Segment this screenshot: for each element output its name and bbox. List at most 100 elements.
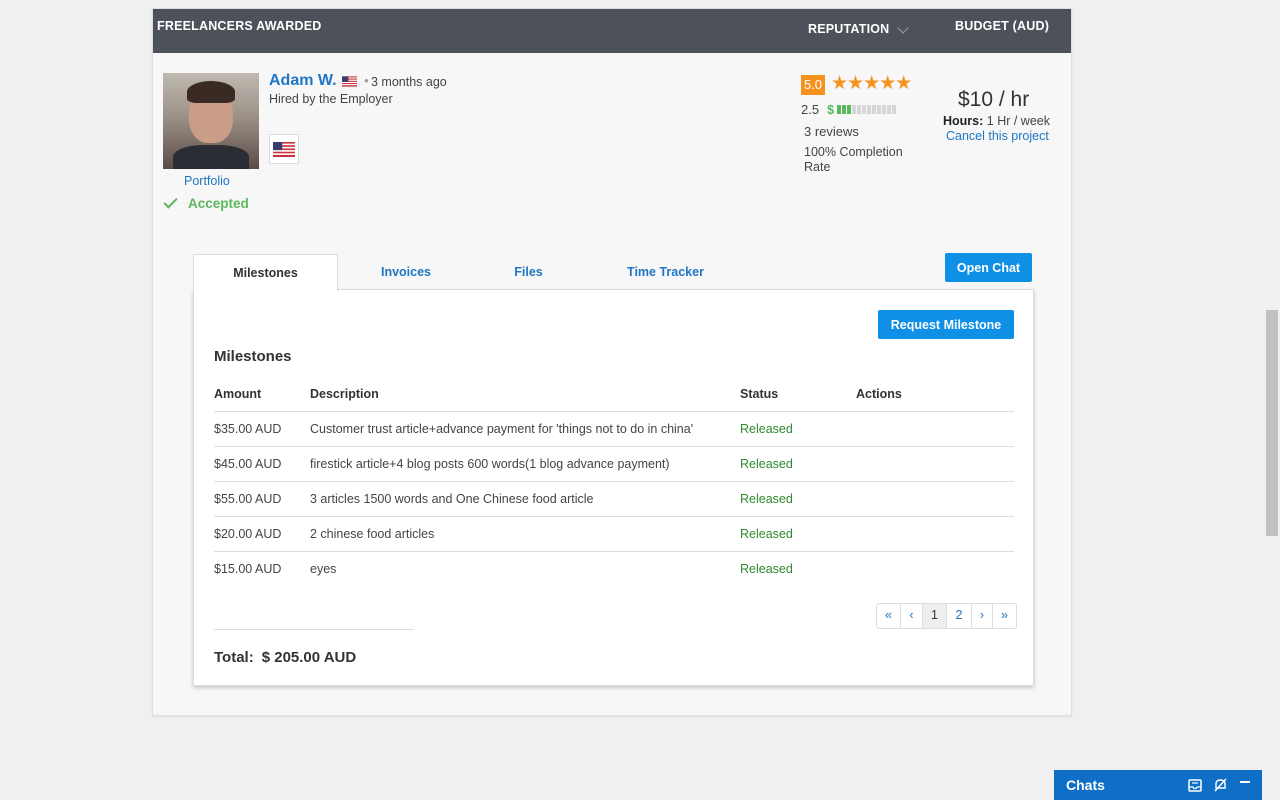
chevron-down-icon bbox=[897, 22, 910, 34]
milestone-amount: $15.00 AUD bbox=[214, 561, 282, 576]
table-row: $45.00 AUD firestick article+4 blog post… bbox=[214, 446, 1014, 482]
open-chat-button[interactable]: Open Chat bbox=[945, 253, 1032, 282]
tab-invoices[interactable]: Invoices bbox=[338, 254, 474, 290]
us-flag-icon bbox=[273, 141, 295, 157]
scrollbar-thumb[interactable] bbox=[1266, 310, 1278, 536]
reviews-count: 3 reviews bbox=[804, 124, 859, 139]
table-row: $35.00 AUD Customer trust article+advanc… bbox=[214, 411, 1014, 447]
page-1-button[interactable]: 1 bbox=[923, 604, 947, 628]
milestones-title: Milestones bbox=[214, 348, 292, 365]
milestone-amount: $45.00 AUD bbox=[214, 446, 310, 482]
tab-time-tracker[interactable]: Time Tracker bbox=[583, 254, 748, 290]
milestone-amount: $55.00 AUD bbox=[214, 481, 310, 517]
mute-notifications-icon[interactable] bbox=[1212, 777, 1228, 793]
spend-bar-segment bbox=[877, 105, 882, 114]
milestone-status: Released bbox=[740, 516, 856, 552]
tab-files[interactable]: Files bbox=[474, 254, 583, 290]
total-amount: Total: $ 205.00 AUD bbox=[214, 649, 356, 666]
milestone-description: firestick article+4 blog posts 600 words… bbox=[310, 446, 740, 482]
spend-score-value: 2.5 bbox=[801, 102, 820, 117]
hired-by-label: Hired by the Employer bbox=[269, 92, 393, 106]
spend-bar-segment bbox=[862, 105, 867, 114]
page-2-button[interactable]: 2 bbox=[947, 604, 972, 628]
reputation-label: REPUTATION bbox=[808, 22, 890, 36]
milestone-description: eyes bbox=[310, 561, 337, 576]
column-status: Status bbox=[740, 377, 856, 412]
milestone-description: 2 chinese food articles bbox=[310, 516, 740, 552]
hired-time: 3 months ago bbox=[371, 75, 447, 89]
separator-dot: ● bbox=[364, 76, 369, 85]
spend-bar-segment bbox=[842, 105, 847, 114]
us-flag-icon bbox=[342, 76, 357, 87]
page-next-button[interactable]: › bbox=[972, 604, 993, 628]
milestone-description: 3 articles 1500 words and One Chinese fo… bbox=[310, 481, 740, 517]
spend-bar-segment bbox=[857, 105, 862, 114]
milestone-amount: $35.00 AUD bbox=[214, 411, 310, 447]
spend-bar-segment bbox=[847, 105, 852, 114]
milestone-actions bbox=[856, 411, 1014, 447]
column-actions: Actions bbox=[856, 377, 1014, 412]
accepted-status: Accepted bbox=[163, 194, 249, 211]
rating-badge: 5.0 bbox=[801, 75, 825, 95]
minimize-icon[interactable] bbox=[1237, 777, 1253, 793]
milestones-card: Request Milestone Milestones Amount Desc… bbox=[193, 289, 1034, 686]
check-icon bbox=[163, 194, 178, 209]
spend-bar-segment bbox=[837, 105, 842, 114]
chats-bar[interactable]: Chats bbox=[1054, 770, 1262, 800]
spend-bar-segment bbox=[887, 105, 892, 114]
project-tabs: Milestones Invoices Files Time Tracker bbox=[193, 254, 748, 291]
table-row: $55.00 AUD 3 articles 1500 words and One… bbox=[214, 481, 1014, 517]
hourly-rate: $10 / hr bbox=[958, 88, 1030, 111]
spend-bar-segment bbox=[872, 105, 877, 114]
reputation-sort[interactable]: REPUTATION bbox=[808, 22, 910, 36]
request-milestone-button[interactable]: Request Milestone bbox=[878, 310, 1014, 339]
accepted-label: Accepted bbox=[188, 196, 249, 211]
column-amount: Amount bbox=[214, 377, 310, 412]
table-header-row: Amount Description Status Actions bbox=[214, 377, 1014, 412]
total-value: $ 205.00 AUD bbox=[261, 649, 357, 666]
column-description: Description bbox=[310, 377, 740, 412]
tab-milestones[interactable]: Milestones bbox=[193, 254, 338, 291]
inbox-icon[interactable] bbox=[1187, 777, 1203, 793]
total-divider bbox=[214, 629, 414, 630]
total-label: Total: bbox=[214, 649, 254, 666]
freelancers-awarded-panel: FREELANCERS AWARDED REPUTATION BUDGET (A… bbox=[152, 8, 1072, 716]
hours-label: Hours: bbox=[943, 114, 984, 128]
spend-bar-segment bbox=[892, 105, 897, 114]
portfolio-link[interactable]: Portfolio bbox=[184, 174, 230, 188]
spend-score: 2.5 $ bbox=[801, 102, 897, 117]
milestone-actions bbox=[856, 446, 1014, 482]
milestone-actions bbox=[856, 516, 1014, 552]
avatar[interactable] bbox=[163, 73, 259, 169]
spend-bar-segment bbox=[852, 105, 857, 114]
spend-bar-segment bbox=[867, 105, 872, 114]
page-prev-button[interactable]: ‹ bbox=[901, 604, 923, 628]
milestone-status: Released bbox=[740, 561, 793, 576]
milestones-table: Amount Description Status Actions $35.00… bbox=[214, 377, 1014, 586]
page-last-button[interactable]: » bbox=[993, 604, 1016, 628]
milestone-status: Released bbox=[740, 481, 856, 517]
table-row: $20.00 AUD 2 chinese food articles Relea… bbox=[214, 516, 1014, 552]
completion-rate: 100% Completion Rate bbox=[804, 145, 903, 174]
spend-bar-segment bbox=[882, 105, 887, 114]
milestone-description: Customer trust article+advance payment f… bbox=[310, 411, 740, 447]
milestone-actions bbox=[856, 481, 1014, 517]
panel-title: FREELANCERS AWARDED bbox=[157, 19, 322, 33]
rating-stars: ★★★★★ bbox=[831, 73, 912, 94]
dollar-icon: $ bbox=[827, 102, 835, 117]
milestone-amount: $20.00 AUD bbox=[214, 516, 310, 552]
page-first-button[interactable]: « bbox=[877, 604, 901, 628]
table-row: $15.00 AUD eyes Released bbox=[214, 551, 1014, 586]
chats-label: Chats bbox=[1066, 777, 1105, 793]
hours-value: 1 Hr / week bbox=[986, 114, 1050, 128]
country-badge bbox=[269, 134, 299, 164]
milestone-status: Released bbox=[740, 446, 856, 482]
freelancer-name[interactable]: Adam W. bbox=[269, 72, 337, 90]
budget-header: BUDGET (AUD) bbox=[955, 19, 1050, 33]
hours-per-week: Hours: 1 Hr / week bbox=[943, 114, 1050, 128]
cancel-project-link[interactable]: Cancel this project bbox=[946, 129, 1049, 143]
panel-header: FREELANCERS AWARDED REPUTATION BUDGET (A… bbox=[153, 9, 1071, 53]
pagination: « ‹ 1 2 › » bbox=[876, 603, 1017, 629]
milestone-status: Released bbox=[740, 411, 856, 447]
spend-bars bbox=[837, 105, 897, 114]
